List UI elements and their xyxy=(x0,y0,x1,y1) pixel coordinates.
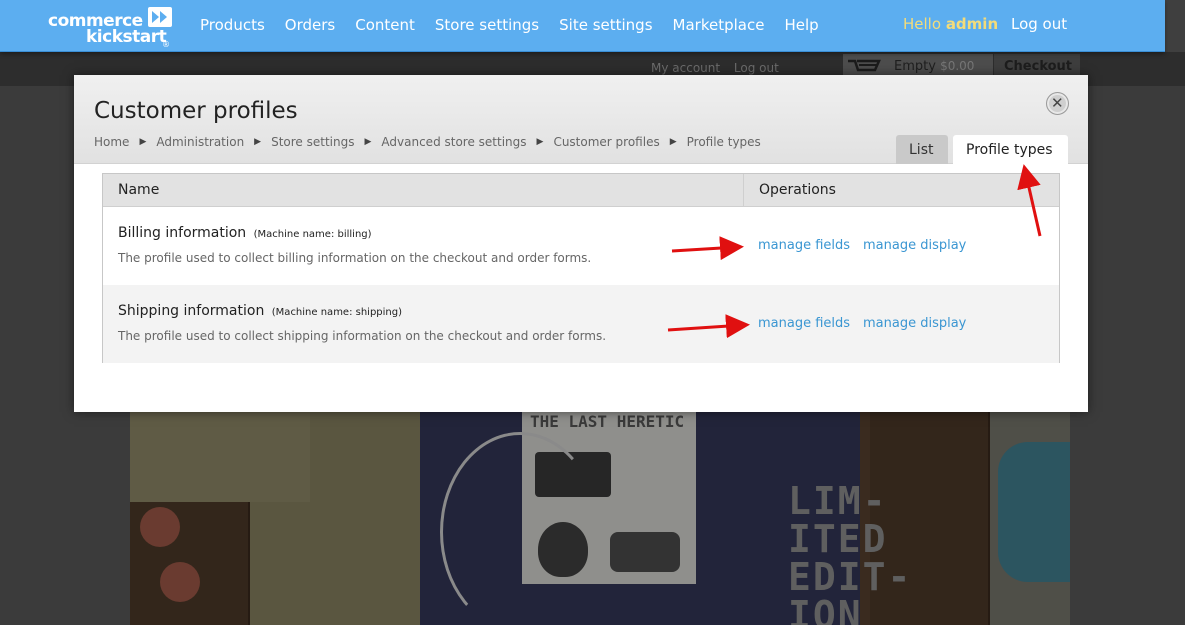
tshirt-left-sleeve xyxy=(130,412,310,502)
profile-types-table: Name Operations Billing information (Mac… xyxy=(102,173,1060,363)
cart-icon xyxy=(848,59,881,72)
tab-profile-types[interactable]: Profile types xyxy=(953,135,1068,165)
limited-line: ION xyxy=(788,593,863,625)
hero-banner: THE LAST HERETIC LIM- ITED EDIT- ION xyxy=(130,412,1070,625)
site-user-links: My account Log out xyxy=(651,61,789,75)
tabs: List Profile types xyxy=(896,135,1068,165)
breadcrumb-customer-profiles[interactable]: Customer profiles xyxy=(553,135,659,149)
user-greeting: Hello admin xyxy=(903,15,998,33)
nav-marketplace[interactable]: Marketplace xyxy=(673,16,765,34)
sneaker-icon xyxy=(610,532,680,572)
site-logout-link: Log out xyxy=(733,61,779,75)
tab-list[interactable]: List xyxy=(896,135,948,164)
customer-profiles-dialog: Customer profiles ✕ Home ▶ Administratio… xyxy=(74,75,1088,412)
breadcrumb-profile-types[interactable]: Profile types xyxy=(687,135,761,149)
commerce-kickstart-logo[interactable]: commerce kickstart ® xyxy=(48,7,178,49)
profile-description: The profile used to collect billing info… xyxy=(118,251,592,265)
profile-label: Billing information xyxy=(118,225,247,241)
username-link[interactable]: admin xyxy=(946,15,998,33)
close-glyph: ✕ xyxy=(1051,94,1064,112)
cart-total: $0.00 xyxy=(940,59,975,73)
manage-fields-link[interactable]: manage fields xyxy=(758,238,850,253)
profile-name: Billing information (Machine name: billi… xyxy=(118,225,372,241)
earphone-cord xyxy=(440,432,600,625)
breadcrumb-store-settings[interactable]: Store settings xyxy=(271,135,354,149)
flower-print xyxy=(140,507,180,547)
table-row: Shipping information (Machine name: ship… xyxy=(103,285,1059,363)
breadcrumb-separator-icon: ▶ xyxy=(536,137,544,147)
column-header-name: Name xyxy=(103,174,744,207)
limited-line: LIM- xyxy=(788,479,888,523)
nav-store-settings[interactable]: Store settings xyxy=(435,16,539,34)
close-icon[interactable]: ✕ xyxy=(1046,92,1069,115)
breadcrumb-separator-icon: ▶ xyxy=(254,137,262,147)
logout-link[interactable]: Log out xyxy=(1011,15,1067,33)
dialog-header: Customer profiles ✕ Home ▶ Administratio… xyxy=(74,75,1088,165)
cart-summary: Empty $0.00 xyxy=(894,59,974,74)
nav-content[interactable]: Content xyxy=(355,16,415,34)
fast-forward-icon xyxy=(148,7,172,27)
breadcrumb-separator-icon: ▶ xyxy=(139,137,147,147)
profile-name: Shipping information (Machine name: ship… xyxy=(118,303,402,319)
admin-nav: Products Orders Content Store settings S… xyxy=(200,16,839,34)
nav-site-settings[interactable]: Site settings xyxy=(559,16,652,34)
limited-edition-text: LIM- ITED EDIT- ION xyxy=(788,482,912,625)
manage-fields-link[interactable]: manage fields xyxy=(758,316,850,331)
admin-toolbar: commerce kickstart ® Products Orders Con… xyxy=(0,0,1165,52)
nav-orders[interactable]: Orders xyxy=(285,16,335,34)
profile-description: The profile used to collect shipping inf… xyxy=(118,329,607,343)
profile-label: Shipping information xyxy=(118,303,265,319)
nav-products[interactable]: Products xyxy=(200,16,265,34)
column-header-operations: Operations xyxy=(744,174,1059,207)
cart-empty-label: Empty xyxy=(894,59,936,74)
breadcrumb: Home ▶ Administration ▶ Store settings ▶… xyxy=(94,135,761,149)
nav-help[interactable]: Help xyxy=(784,16,818,34)
breadcrumb-home[interactable]: Home xyxy=(94,135,129,149)
manage-display-link[interactable]: manage display xyxy=(863,238,966,253)
print-title: THE LAST HERETIC xyxy=(530,412,685,431)
logo-trademark: ® xyxy=(162,40,170,49)
breadcrumb-separator-icon: ▶ xyxy=(364,137,372,147)
tshirt-right-print xyxy=(998,442,1070,582)
greeting-prefix: Hello xyxy=(903,15,942,33)
logo-line2: kickstart xyxy=(86,27,167,47)
breadcrumb-administration[interactable]: Administration xyxy=(156,135,244,149)
flower-print xyxy=(160,562,200,602)
breadcrumb-advanced-store-settings[interactable]: Advanced store settings xyxy=(381,135,526,149)
my-account-link: My account xyxy=(651,61,721,75)
manage-display-link[interactable]: manage display xyxy=(863,316,966,331)
limited-line: ITED xyxy=(788,517,888,561)
limited-line: EDIT- xyxy=(788,555,913,599)
table-row: Billing information (Machine name: billi… xyxy=(103,207,1059,285)
page-title: Customer profiles xyxy=(94,98,298,124)
machine-name: (Machine name: shipping) xyxy=(271,307,403,318)
toolbar-gap xyxy=(1165,0,1185,52)
machine-name: (Machine name: billing) xyxy=(253,229,372,240)
breadcrumb-separator-icon: ▶ xyxy=(669,137,677,147)
